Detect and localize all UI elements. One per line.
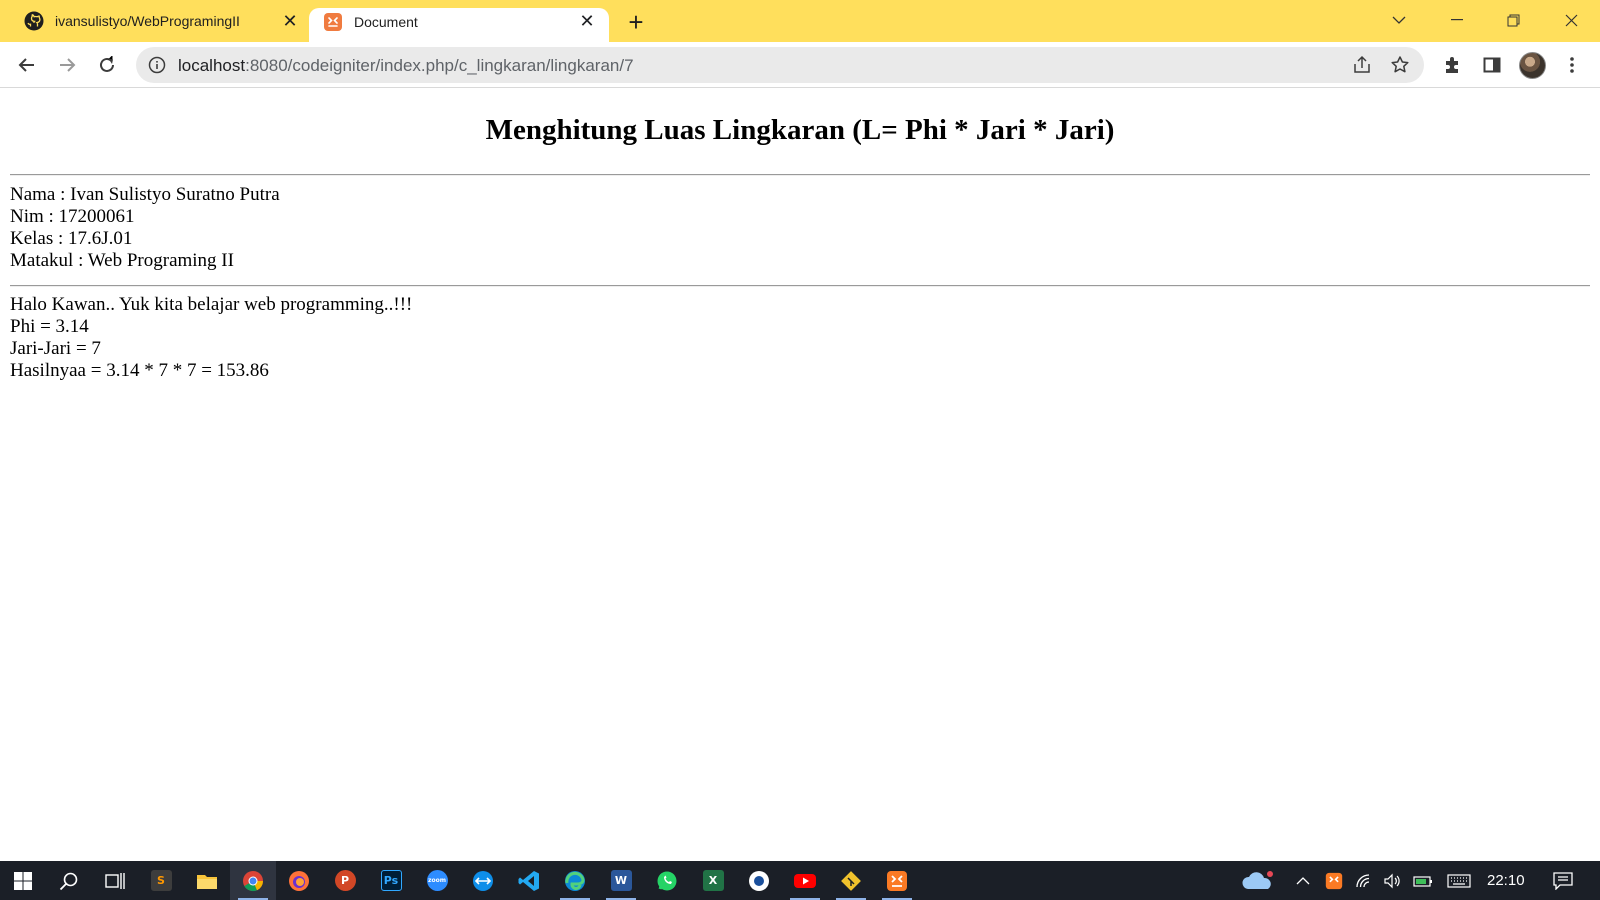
teamviewer-icon[interactable] <box>460 861 506 900</box>
page-title: Menghitung Luas Lingkaran (L= Phi * Jari… <box>485 114 1115 146</box>
sublime-text-icon[interactable]: S <box>138 861 184 900</box>
tab-title: ivansulistyo/WebProgramingII <box>55 13 240 29</box>
restore-icon[interactable] <box>1493 6 1533 34</box>
close-window-icon[interactable] <box>1551 6 1591 34</box>
address-bar[interactable]: localhost:8080/codeigniter/index.php/c_l… <box>136 47 1424 83</box>
keyboard-icon[interactable] <box>1444 861 1474 900</box>
close-tab-icon[interactable]: ✕ <box>577 11 597 31</box>
onedrive-icon[interactable] <box>1236 861 1280 900</box>
close-tab-icon[interactable]: ✕ <box>280 11 300 31</box>
xampp-tray-icon[interactable] <box>1322 861 1346 900</box>
minimize-icon[interactable] <box>1437 6 1477 34</box>
student-course: Matakul : Web Programing II <box>10 250 234 271</box>
new-tab-button[interactable]: + <box>622 9 650 37</box>
zoom-icon[interactable]: zoom <box>414 861 460 900</box>
divider <box>10 174 1590 176</box>
reload-icon[interactable] <box>93 51 121 79</box>
github-icon <box>24 11 44 31</box>
app-icon[interactable] <box>736 861 782 900</box>
battery-icon[interactable] <box>1410 861 1436 900</box>
profile-avatar[interactable] <box>1519 52 1546 79</box>
browser-toolbar: localhost:8080/codeigniter/index.php/c_l… <box>0 42 1600 88</box>
back-icon[interactable] <box>13 51 41 79</box>
student-nim: Nim : 17200061 <box>10 206 135 227</box>
greeting-text: Halo Kawan.. Yuk kita belajar web progra… <box>10 294 413 315</box>
forward-icon[interactable] <box>53 51 81 79</box>
page-content: Menghitung Luas Lingkaran (L= Phi * Jari… <box>0 88 1600 861</box>
menu-kebab-icon[interactable] <box>1558 51 1586 79</box>
site-info-icon[interactable] <box>148 56 166 79</box>
tab-github[interactable]: ivansulistyo/WebProgramingII ✕ <box>14 0 308 42</box>
excel-icon[interactable]: X <box>690 861 736 900</box>
tab-title: Document <box>354 14 418 30</box>
phi-value: Phi = 3.14 <box>10 316 89 337</box>
url-path: :8080/codeigniter/index.php/c_lingkaran/… <box>245 56 634 75</box>
codeigniter-icon <box>323 12 343 32</box>
student-name: Nama : Ivan Sulistyo Suratno Putra <box>10 184 280 205</box>
word-icon[interactable]: W <box>598 861 644 900</box>
result-value: Hasilnyaa = 3.14 * 7 * 7 = 153.86 <box>10 360 269 381</box>
xampp-icon[interactable] <box>874 861 920 900</box>
git-icon[interactable] <box>828 861 874 900</box>
radius-value: Jari-Jari = 7 <box>10 338 101 359</box>
vscode-icon[interactable] <box>506 861 552 900</box>
windows-start-icon[interactable] <box>0 861 46 900</box>
volume-icon[interactable] <box>1380 861 1404 900</box>
photoshop-icon[interactable]: Ps <box>368 861 414 900</box>
extensions-icon[interactable] <box>1438 51 1466 79</box>
side-panel-icon[interactable] <box>1478 51 1506 79</box>
firefox-icon[interactable] <box>276 861 322 900</box>
share-icon[interactable] <box>1352 55 1372 80</box>
edge-icon[interactable] <box>552 861 598 900</box>
task-view-icon[interactable] <box>92 861 138 900</box>
notifications-icon[interactable] <box>1548 861 1578 900</box>
student-class: Kelas : 17.6J.01 <box>10 228 133 249</box>
file-explorer-icon[interactable] <box>184 861 230 900</box>
tab-document[interactable]: Document ✕ <box>309 8 609 42</box>
tab-strip: ivansulistyo/WebProgramingII ✕ Document … <box>0 0 1600 42</box>
bookmark-star-icon[interactable] <box>1390 55 1410 80</box>
youtube-icon[interactable] <box>782 861 828 900</box>
url-text: localhost:8080/codeigniter/index.php/c_l… <box>178 56 634 76</box>
show-hidden-icons[interactable] <box>1292 861 1314 900</box>
whatsapp-icon[interactable] <box>644 861 690 900</box>
taskbar: S P Ps zoom W X 22:10 <box>0 861 1600 900</box>
url-host: localhost <box>178 56 246 75</box>
chrome-icon[interactable] <box>230 861 276 900</box>
tab-search-icon[interactable] <box>1379 6 1419 34</box>
wifi-icon[interactable] <box>1352 861 1376 900</box>
powerpoint-icon[interactable]: P <box>322 861 368 900</box>
search-icon[interactable] <box>46 861 92 900</box>
divider <box>10 285 1590 287</box>
clock[interactable]: 22:10 <box>1487 872 1525 889</box>
